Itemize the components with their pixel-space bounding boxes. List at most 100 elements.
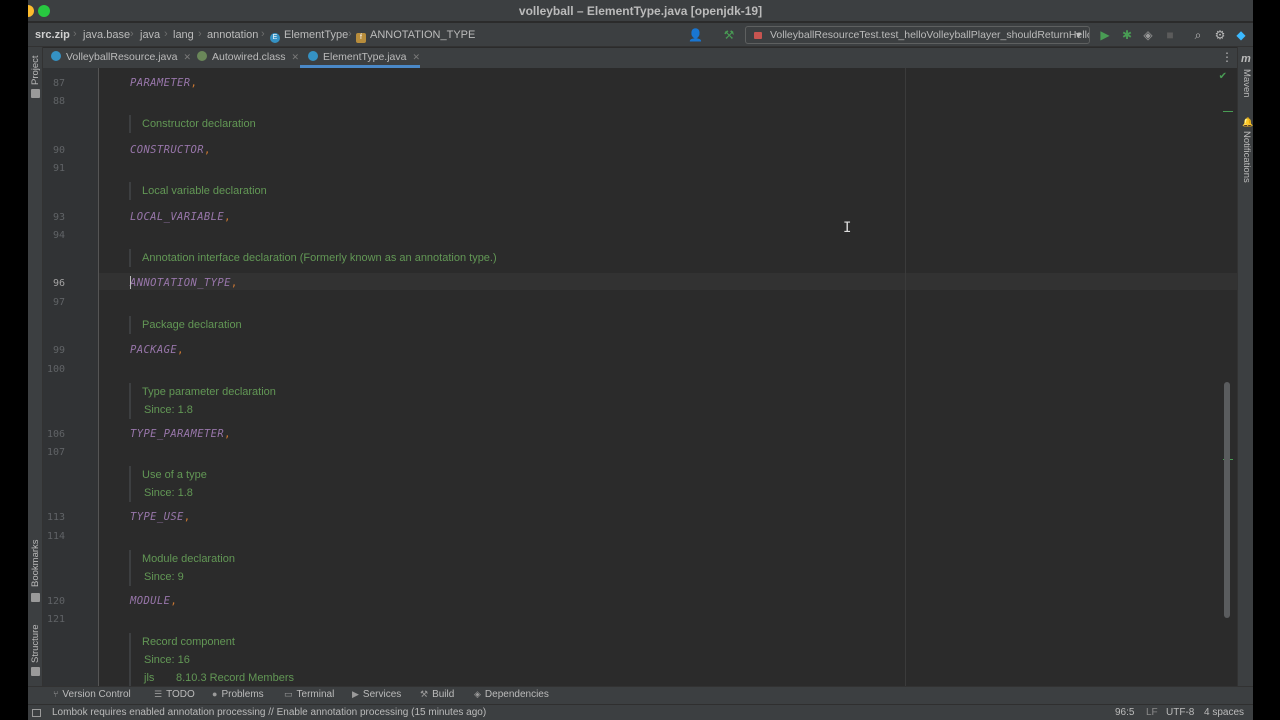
line-number: 94 bbox=[52, 230, 65, 241]
tab-autowired[interactable]: Autowired.class ✕ bbox=[189, 48, 300, 68]
breadcrumb-element-type-label: ElementType bbox=[284, 29, 349, 41]
code-line-local-variable[interactable]: LOCAL_VARIABLE, bbox=[130, 211, 231, 223]
line-number: 106 bbox=[46, 429, 65, 440]
chevron-right-icon: › bbox=[73, 28, 77, 40]
code-line-module[interactable]: MODULE, bbox=[130, 595, 177, 607]
right-tool-strip: m Maven 🔔 Notifications bbox=[1237, 47, 1253, 687]
breadcrumb-lang[interactable]: lang bbox=[173, 29, 194, 41]
doc-jls-row: jls 8.10.3 Record Members bbox=[142, 669, 294, 686]
breadcrumb-annotation-type[interactable]: f ANNOTATION_TYPE bbox=[356, 29, 475, 43]
file-encoding[interactable]: UTF-8 bbox=[1166, 707, 1194, 718]
doc-since: Since: 1.8 bbox=[144, 404, 193, 416]
line-number: 91 bbox=[52, 163, 65, 174]
left-tool-strip: Project Bookmarks Structure bbox=[28, 47, 43, 687]
dependencies-tool-button[interactable]: ◈ Dependencies bbox=[474, 689, 549, 700]
enum-constant: PARAMETER bbox=[130, 77, 191, 89]
tab-volleyball-resource[interactable]: VolleyballResource.java ✕ bbox=[43, 48, 191, 68]
ide-window: volleyball – ElementType.java [openjdk-1… bbox=[28, 0, 1253, 720]
run-icon[interactable]: ▶ bbox=[1098, 28, 1112, 42]
code-line-type-use[interactable]: TYPE_USE, bbox=[130, 511, 191, 523]
enum-constant: LOCAL_VARIABLE bbox=[130, 211, 225, 223]
breadcrumb-java[interactable]: java bbox=[140, 29, 160, 41]
search-icon[interactable]: ⌕ bbox=[1191, 28, 1205, 42]
line-number-current: 96 bbox=[52, 278, 65, 289]
doc-comment-module: Module declaration Since: 9 bbox=[129, 550, 235, 586]
status-message[interactable]: Lombok requires enabled annotation proce… bbox=[52, 707, 486, 718]
comma: , bbox=[170, 595, 178, 607]
jetbrains-icon[interactable]: ◆ bbox=[1234, 28, 1248, 42]
line-number: 100 bbox=[46, 364, 65, 375]
version-control-tool-button[interactable]: ⑂ Version Control bbox=[53, 689, 131, 700]
debug-icon[interactable]: ✱ bbox=[1120, 28, 1134, 42]
doc-comment-package: Package declaration bbox=[129, 316, 242, 334]
breadcrumb-java-base[interactable]: java.base bbox=[83, 29, 130, 41]
title-bar: volleyball – ElementType.java [openjdk-1… bbox=[28, 0, 1253, 22]
line-number: 107 bbox=[46, 447, 65, 458]
doc-since: Since: 1.8 bbox=[144, 487, 193, 499]
code-line-annotation-type[interactable]: ANNOTATION_TYPE, bbox=[130, 277, 238, 289]
more-options-icon[interactable]: ⋮ bbox=[1221, 50, 1233, 64]
breadcrumb-src-zip[interactable]: src.zip bbox=[35, 29, 70, 41]
folder-icon bbox=[31, 89, 40, 98]
breadcrumb-element-type[interactable]: E ElementType bbox=[270, 29, 348, 43]
tab-element-type[interactable]: ElementType.java ✕ bbox=[300, 48, 420, 68]
test-config-icon bbox=[754, 32, 762, 39]
services-tool-button[interactable]: ▶ Services bbox=[352, 689, 401, 700]
tool-window-label: Terminal bbox=[296, 689, 335, 700]
doc-jls-link[interactable]: 8.10.3 Record Members bbox=[176, 672, 294, 684]
vertical-scrollbar-thumb[interactable] bbox=[1224, 382, 1230, 618]
gear-icon[interactable]: ⚙ bbox=[1213, 28, 1227, 42]
bookmarks-tool-button[interactable]: Bookmarks bbox=[30, 539, 41, 587]
caret-position[interactable]: 96:5 bbox=[1115, 707, 1134, 718]
line-number: 93 bbox=[52, 212, 65, 223]
code-line-parameter[interactable]: PARAMETER, bbox=[130, 77, 197, 89]
bell-icon: 🔔 bbox=[1242, 117, 1253, 127]
code-line-package[interactable]: PACKAGE, bbox=[130, 344, 184, 356]
tool-window-label: Version Control bbox=[62, 689, 131, 700]
line-number: 121 bbox=[46, 614, 65, 625]
structure-icon bbox=[31, 667, 40, 676]
doc-text: Module declaration bbox=[142, 553, 235, 565]
tool-window-label: TODO bbox=[166, 689, 195, 700]
line-number: 88 bbox=[52, 96, 65, 107]
project-tool-button[interactable]: Project bbox=[30, 55, 41, 85]
doc-text: Constructor declaration bbox=[142, 118, 256, 130]
chevron-right-icon: › bbox=[130, 28, 134, 40]
right-margin-guide bbox=[905, 68, 906, 686]
user-icon[interactable]: 👤 bbox=[688, 28, 703, 42]
chevron-right-icon: › bbox=[164, 28, 168, 40]
editor-tabs: VolleyballResource.java ✕ Autowired.class… bbox=[43, 48, 1237, 68]
code-line-constructor[interactable]: CONSTRUCTOR, bbox=[130, 144, 211, 156]
notifications-tool-button[interactable]: Notifications bbox=[1241, 131, 1252, 183]
chevron-right-icon: › bbox=[198, 28, 202, 40]
comma: , bbox=[203, 144, 211, 156]
run-configuration-select[interactable]: VolleyballResourceTest.test_helloVolleyb… bbox=[745, 26, 1090, 44]
close-icon[interactable]: ✕ bbox=[292, 52, 300, 62]
terminal-tool-button[interactable]: ▭ Terminal bbox=[284, 689, 334, 700]
stop-icon[interactable]: ■ bbox=[1163, 28, 1177, 42]
build-tool-button[interactable]: ⚒ Build bbox=[420, 689, 454, 700]
error-stripe-marker[interactable] bbox=[1223, 111, 1233, 112]
close-icon[interactable]: ✕ bbox=[412, 52, 420, 62]
coverage-icon[interactable]: ◈ bbox=[1141, 28, 1155, 42]
doc-since: Since: 16 bbox=[144, 654, 190, 666]
code-line-type-parameter[interactable]: TYPE_PARAMETER, bbox=[130, 428, 231, 440]
code-editor[interactable]: 87 88 90 91 93 94 96 97 99 100 106 107 1… bbox=[43, 68, 1237, 686]
terminal-icon: ▭ bbox=[284, 689, 293, 699]
maven-tool-button[interactable]: Maven bbox=[1241, 69, 1252, 98]
problems-tool-button[interactable]: ● Problems bbox=[212, 689, 264, 700]
comma: , bbox=[230, 277, 238, 289]
indent-setting[interactable]: 4 spaces bbox=[1204, 707, 1244, 718]
line-number: 120 bbox=[46, 596, 65, 607]
breadcrumb-annotation[interactable]: annotation bbox=[207, 29, 258, 41]
doc-since: Since: 9 bbox=[144, 571, 184, 583]
hammer-icon[interactable]: ⚒ bbox=[722, 28, 736, 42]
comma: , bbox=[224, 211, 231, 223]
tool-window-label: Build bbox=[432, 689, 455, 700]
doc-comment-type-parameter: Type parameter declaration Since: 1.8 bbox=[129, 383, 276, 419]
todo-tool-button[interactable]: ☰ TODO bbox=[154, 689, 195, 700]
inspection-ok-icon[interactable]: ✔ bbox=[1219, 71, 1227, 82]
line-separator[interactable]: LF bbox=[1146, 707, 1158, 718]
structure-tool-button[interactable]: Structure bbox=[30, 624, 41, 663]
chevron-right-icon: › bbox=[348, 28, 352, 40]
